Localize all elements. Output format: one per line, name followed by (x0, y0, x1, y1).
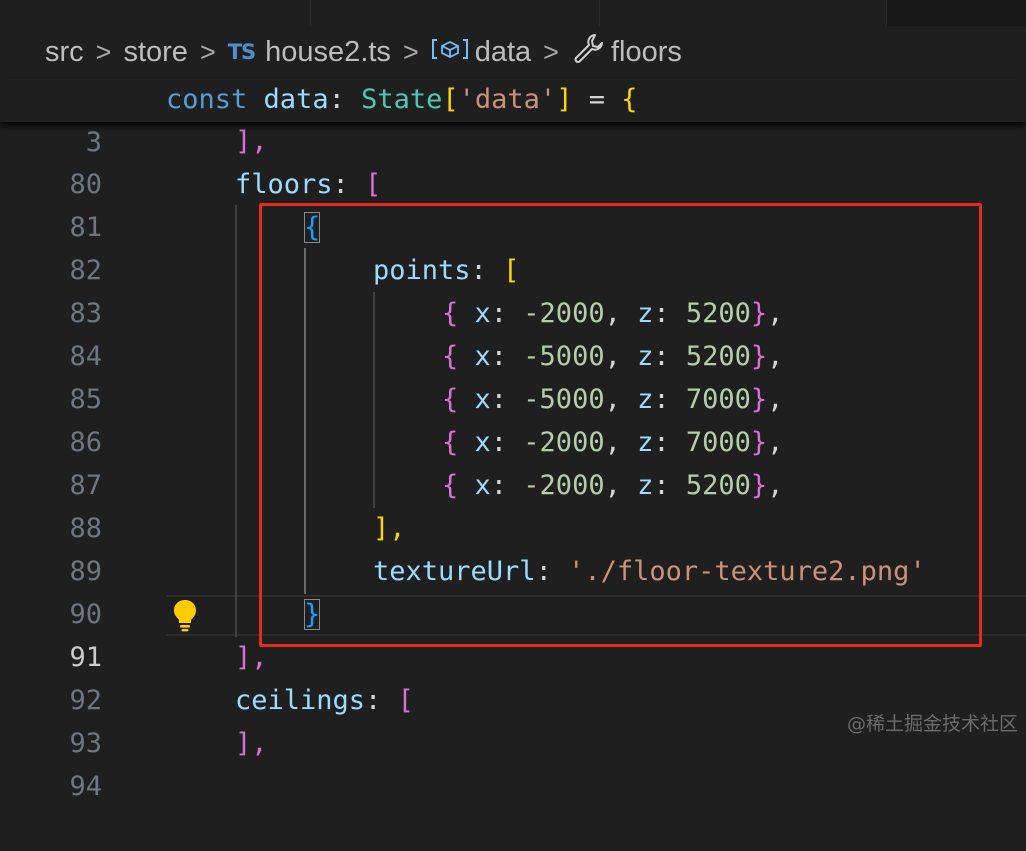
typescript-file-icon: TS (227, 40, 256, 64)
breadcrumb-item-store[interactable]: store (123, 36, 187, 69)
code-line: 80 ], (0, 120, 1026, 200)
breadcrumb-item-data[interactable]: data (431, 36, 531, 69)
code-line: 81 floors: [ (0, 163, 1026, 243)
editor-tab[interactable] (0, 0, 311, 26)
editor-tab[interactable] (600, 0, 887, 26)
line-number: 3 (85, 127, 102, 158)
breadcrumb-item-file[interactable]: TS house2.ts (228, 36, 391, 69)
editor-tab[interactable] (311, 0, 600, 26)
code-content: const data: State['data'] = { (166, 84, 638, 115)
breadcrumb-label: floors (610, 35, 682, 68)
wrench-icon (571, 31, 605, 73)
chevron-right-icon: > (199, 36, 216, 67)
editor-tab-strip (0, 0, 1026, 26)
watermark: @稀土掘金技术社区 (846, 713, 1018, 735)
breadcrumb-label: data (474, 35, 532, 68)
breadcrumb-label: house2.ts (265, 35, 391, 68)
code-content: ], (235, 728, 268, 759)
code-content: floors: [ (235, 169, 382, 200)
var-icon (431, 36, 469, 69)
chevron-right-icon: > (95, 36, 112, 67)
breadcrumb-label: src (45, 35, 84, 68)
code-line: 3 const data: State['data'] = { (0, 78, 1026, 158)
annotation-highlight-box (259, 203, 982, 647)
breadcrumb-label: store (123, 35, 188, 68)
lightbulb-icon[interactable] (172, 598, 198, 636)
breadcrumb-item-src[interactable]: src (45, 36, 84, 69)
breadcrumb: src > store > TS house2.ts > data > floo… (0, 26, 1026, 78)
chevron-right-icon: > (402, 36, 419, 67)
chevron-right-icon: > (543, 36, 559, 67)
code-content: ceilings: [ (235, 685, 414, 716)
breadcrumb-item-floors[interactable]: floors (571, 31, 682, 73)
line-number: 94 (69, 771, 102, 802)
sticky-scroll-header[interactable]: 3 const data: State['data'] = { (0, 78, 1026, 158)
code-content: ], (235, 126, 268, 157)
